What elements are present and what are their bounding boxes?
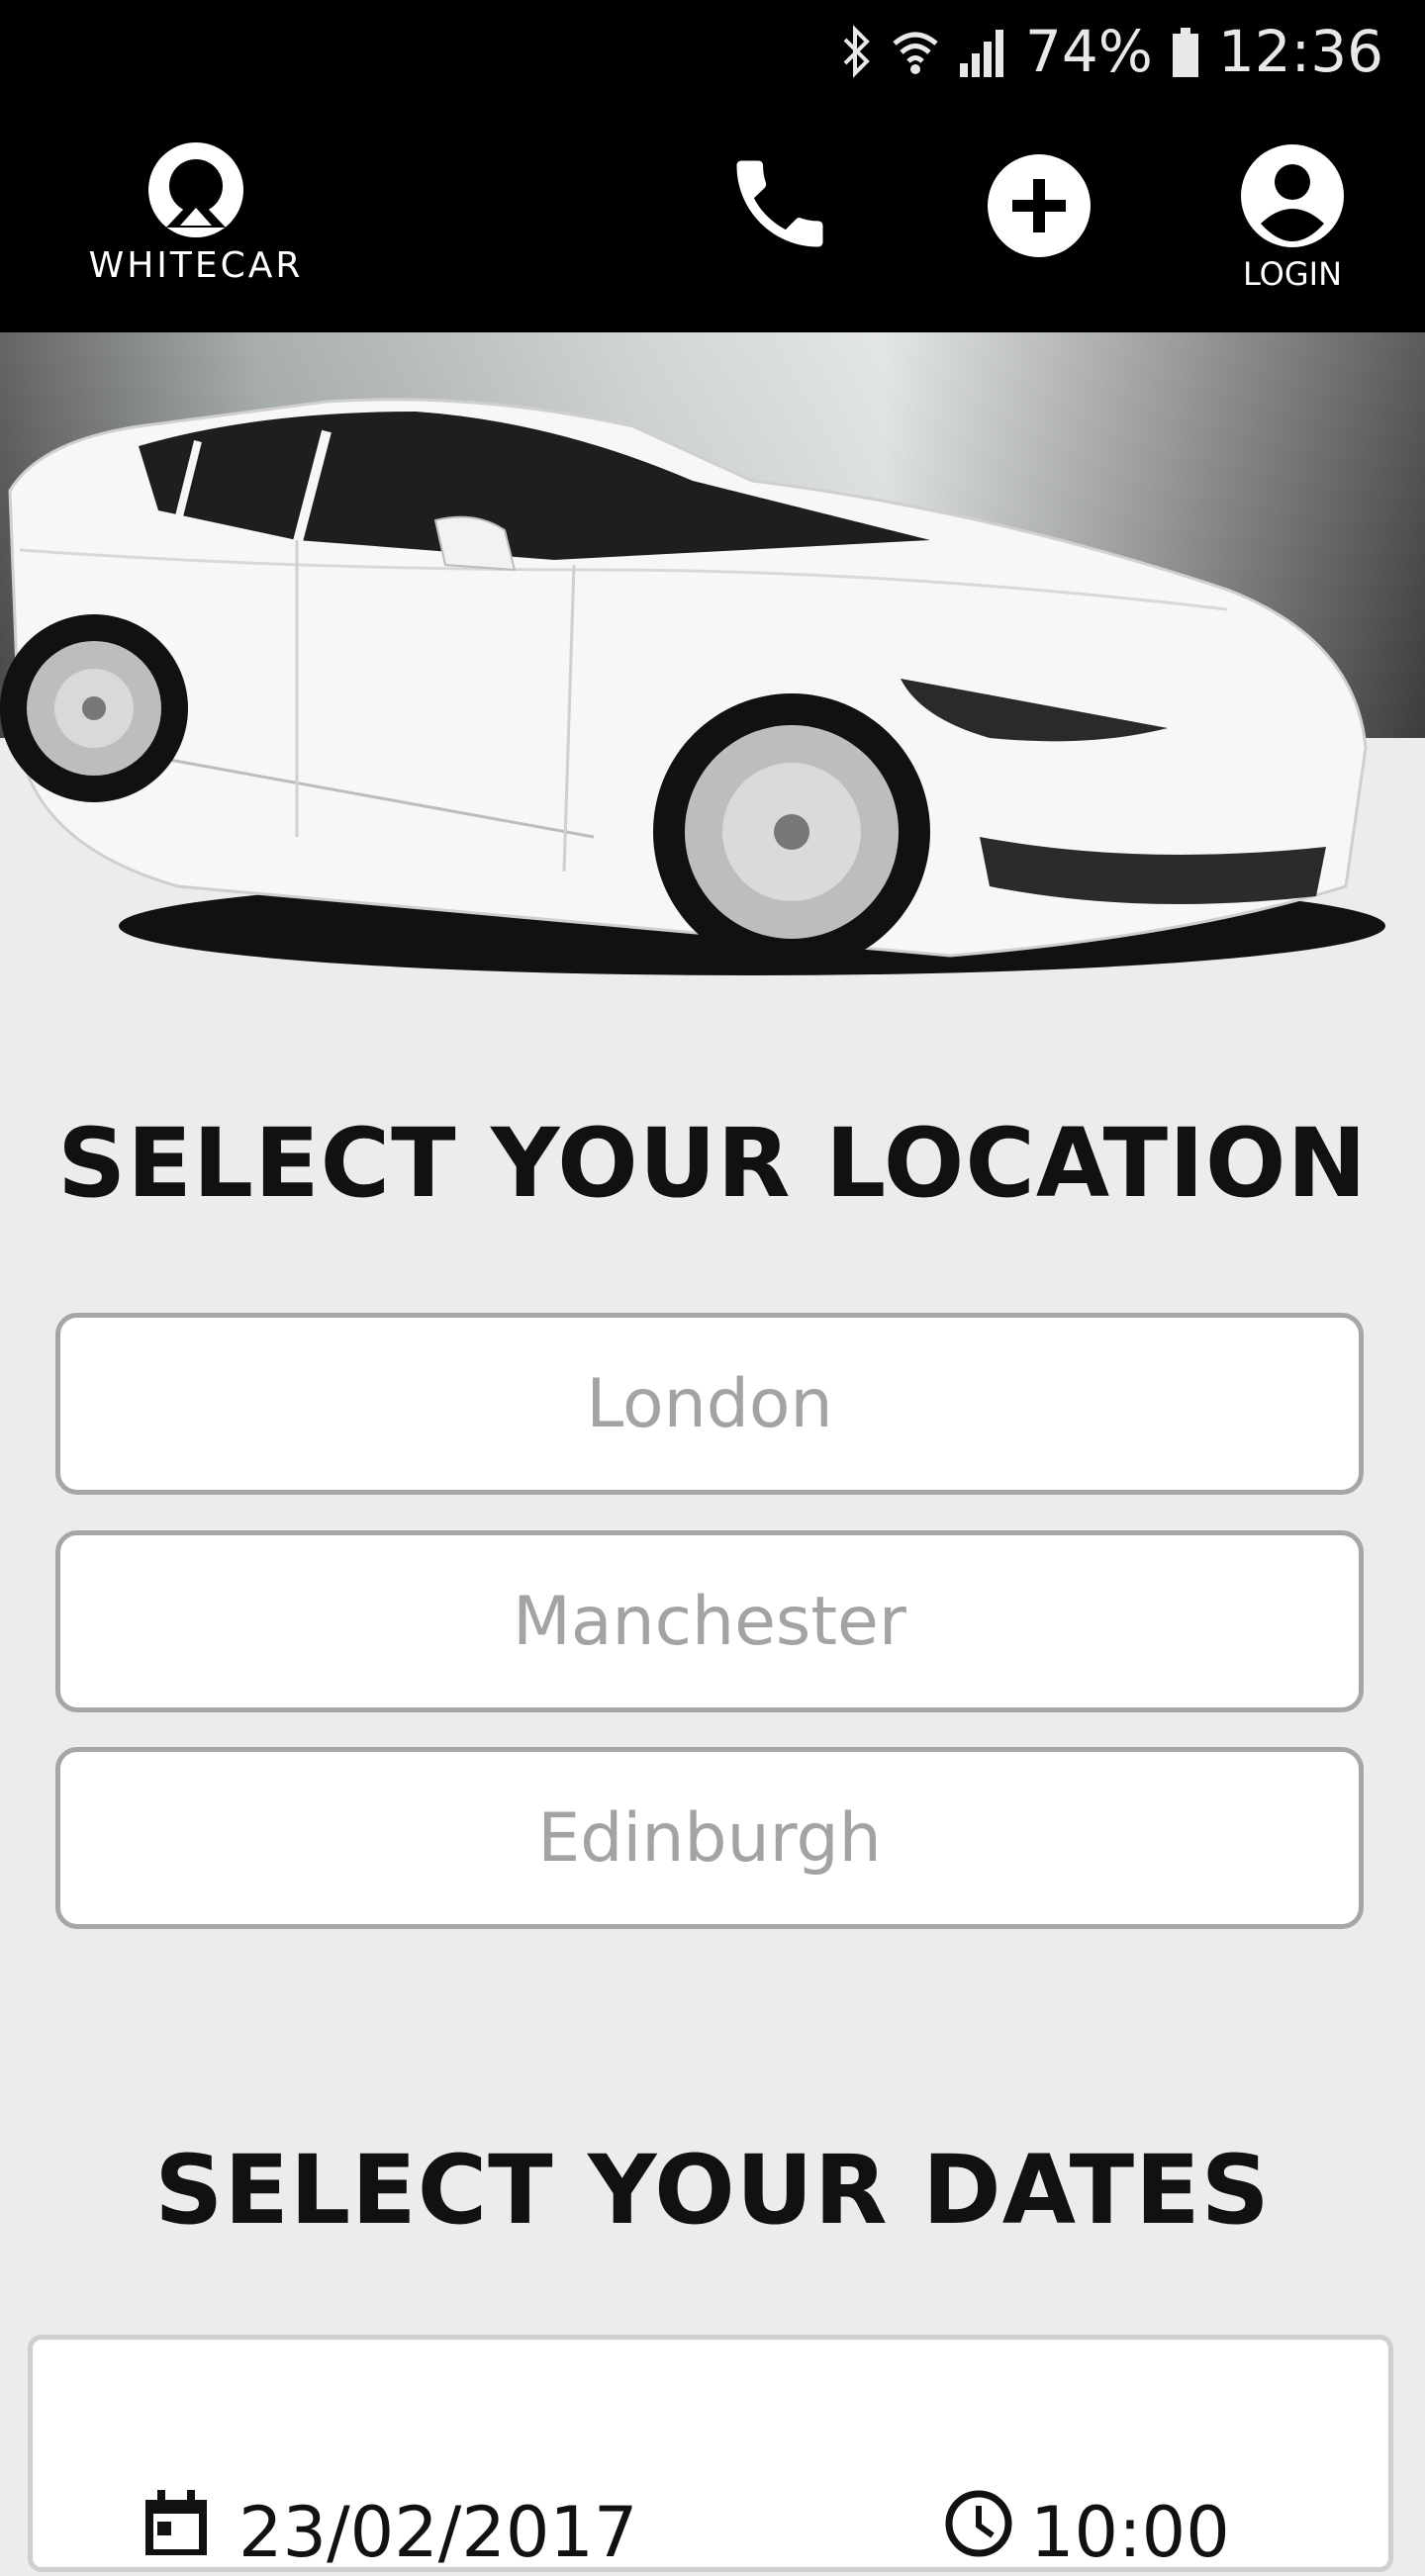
- app-header: WHITECAR LOGIN: [0, 99, 1425, 332]
- location-option-london[interactable]: London: [55, 1313, 1364, 1495]
- location-option-edinburgh[interactable]: Edinburgh: [55, 1747, 1364, 1929]
- location-section-title: SELECT YOUR LOCATION: [57, 1108, 1368, 1219]
- car-illustration: [0, 398, 1385, 975]
- brand-logo[interactable]: WHITECAR: [87, 138, 305, 286]
- account-icon: [1239, 144, 1346, 253]
- login-label: LOGIN: [1242, 255, 1343, 293]
- brand-name: WHITECAR: [88, 245, 304, 286]
- clock-time: 12:36: [1217, 18, 1383, 85]
- status-bar: 74% 12:36: [0, 0, 1425, 99]
- wifi-icon: [891, 24, 940, 79]
- login-button[interactable]: LOGIN: [1239, 142, 1346, 293]
- signal-icon: [958, 24, 1007, 79]
- phone-icon: [722, 160, 837, 265]
- date-picker-card: 23/02/2017 10:00: [28, 2335, 1393, 2573]
- add-icon: [986, 154, 1092, 263]
- bluetooth-icon: [839, 24, 873, 79]
- battery-icon: [1171, 24, 1200, 79]
- dates-section-title: SELECT YOUR DATES: [154, 2135, 1271, 2246]
- hero-car-image: [0, 332, 1425, 1005]
- logo-icon: [87, 138, 305, 241]
- phone-button[interactable]: [722, 146, 837, 265]
- location-option-manchester[interactable]: Manchester: [55, 1530, 1364, 1712]
- add-button[interactable]: [986, 152, 1092, 263]
- battery-percent: 74%: [1024, 18, 1153, 85]
